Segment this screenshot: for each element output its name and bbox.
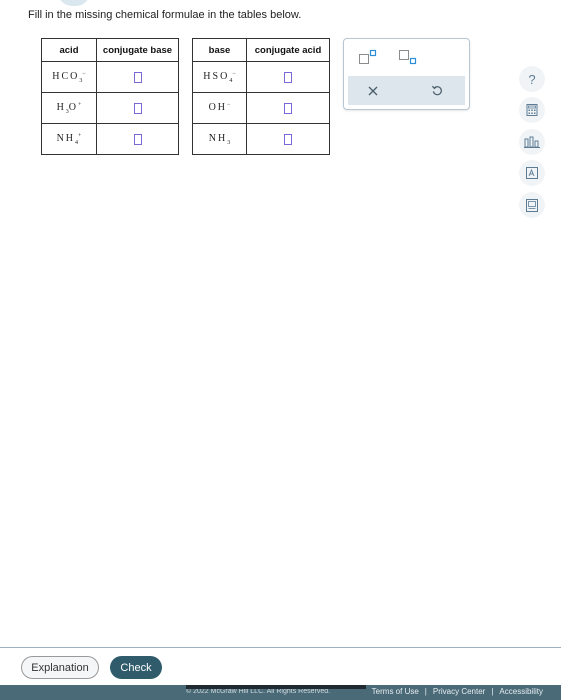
question-instructions: Fill in the missing chemical formulae in… xyxy=(28,9,302,21)
copyright-overlay xyxy=(186,685,366,689)
conjugate-base-answer[interactable] xyxy=(96,92,179,124)
conjugate-base-answer[interactable] xyxy=(96,123,179,155)
footer-bar: © 2022 McGraw Hill LLC. All Rights Reser… xyxy=(0,685,561,700)
table-row: H3O+ xyxy=(41,92,179,124)
conjugate-base-header: conjugate base xyxy=(96,38,179,62)
conjugate-acid-answer[interactable] xyxy=(246,123,330,155)
footer-separator: | xyxy=(491,687,494,696)
acid-formula: H3O+ xyxy=(41,92,97,124)
conjugate-acid-header: conjugate acid xyxy=(246,38,330,62)
footer-separator: | xyxy=(424,687,427,696)
help-icon[interactable]: ? xyxy=(519,66,545,92)
base-formula: OH− xyxy=(192,92,247,124)
conjugate-base-answer[interactable] xyxy=(96,61,179,93)
table-row: NH4+ xyxy=(41,123,179,155)
acid-formula: NH4+ xyxy=(41,123,97,155)
subscript-icon[interactable] xyxy=(398,49,418,65)
table-row: HCO3− xyxy=(41,61,179,93)
calculator-icon[interactable] xyxy=(519,97,545,123)
acid-table: acid conjugate base HCO3− H3O+ NH4+ xyxy=(41,38,179,155)
conjugate-acid-answer[interactable] xyxy=(246,92,330,124)
base-header: base xyxy=(192,38,247,62)
undo-icon[interactable] xyxy=(430,83,444,97)
formula-palette xyxy=(343,38,470,110)
reference-icon[interactable] xyxy=(519,160,545,186)
check-button[interactable]: Check xyxy=(110,656,162,679)
data-chart-icon[interactable] xyxy=(519,129,545,155)
terms-of-use-link[interactable]: Terms of Use xyxy=(372,687,419,696)
accessibility-link[interactable]: Accessibility xyxy=(499,687,543,696)
conjugate-acid-answer[interactable] xyxy=(246,61,330,93)
answer-input-box[interactable] xyxy=(284,133,292,145)
answer-input-box[interactable] xyxy=(284,102,292,114)
table-row: NH3 xyxy=(192,123,330,155)
base-formula: NH3 xyxy=(192,123,247,155)
acid-header: acid xyxy=(41,38,97,62)
collapse-tab[interactable] xyxy=(58,0,90,6)
acid-formula: HCO3− xyxy=(41,61,97,93)
footer-links: Terms of Use | Privacy Center | Accessibilit… xyxy=(372,687,543,696)
clear-icon[interactable] xyxy=(366,84,380,98)
periodic-table-icon[interactable] xyxy=(519,192,545,218)
explanation-button[interactable]: Explanation xyxy=(21,656,99,679)
table-row: HSO4− xyxy=(192,61,330,93)
answer-input-box[interactable] xyxy=(133,133,142,145)
answer-input-box[interactable] xyxy=(133,71,142,83)
answer-input-box[interactable] xyxy=(133,102,142,114)
table-row: OH− xyxy=(192,92,330,124)
answer-input-box[interactable] xyxy=(284,71,292,83)
base-formula: HSO4− xyxy=(192,61,247,93)
privacy-center-link[interactable]: Privacy Center xyxy=(433,687,485,696)
base-table: base conjugate acid HSO4− OH− NH3 xyxy=(192,38,330,155)
copyright-text: © 2022 McGraw Hill LLC. All Rights Reser… xyxy=(186,688,331,695)
superscript-icon[interactable] xyxy=(358,49,378,65)
